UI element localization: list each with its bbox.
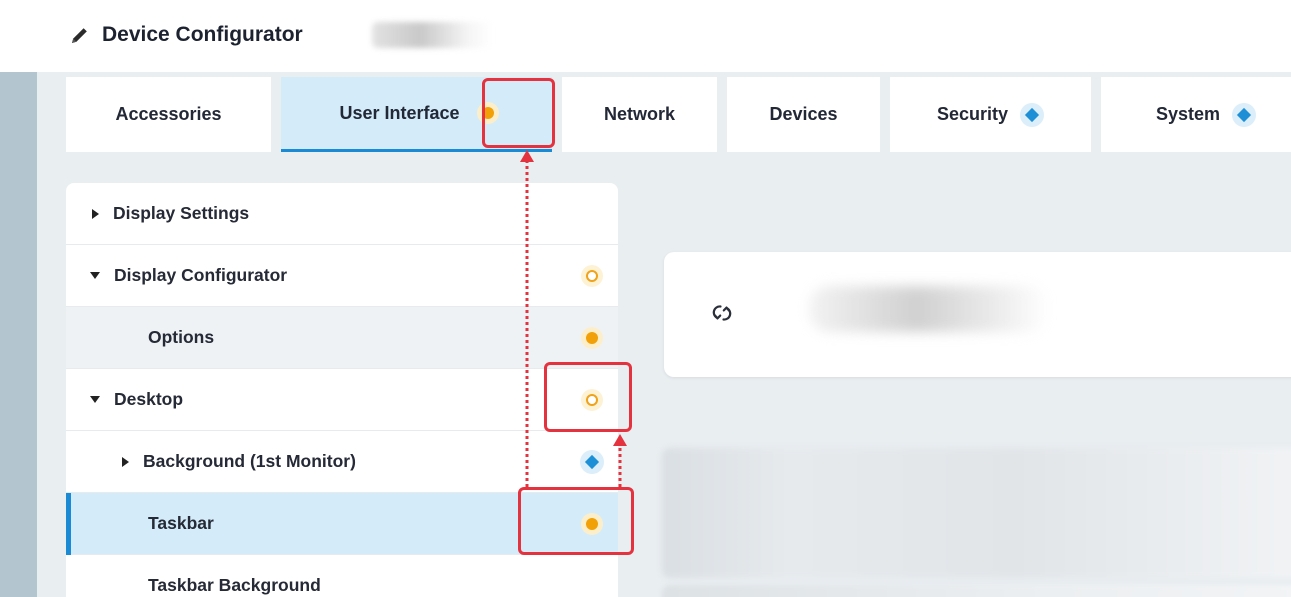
tab-system[interactable]: System (1101, 77, 1291, 152)
tab-label: Security (936, 104, 1009, 124)
tree-item-background-1st-monitor[interactable]: Background (1st Monitor) (66, 431, 618, 493)
status-indicator (580, 264, 604, 288)
caret-right-icon[interactable] (122, 456, 129, 467)
redacted-panel (662, 448, 1291, 578)
tree-item-taskbar-background[interactable]: Taskbar Background (66, 555, 618, 597)
status-indicator (580, 326, 604, 350)
caret-down-icon[interactable] (90, 272, 100, 279)
tab-bar: Accessories User Interface Network Devic… (37, 77, 1291, 152)
pencil-icon[interactable] (64, 20, 94, 50)
tree-item-label: Taskbar Background (148, 575, 321, 595)
caret-down-icon[interactable] (90, 396, 100, 403)
tab-security[interactable]: Security (890, 77, 1091, 152)
tree-item-label: Background (1st Monitor) (143, 451, 356, 471)
highlight-box-tab-status (482, 78, 555, 148)
tree-item-label: Display Settings (113, 203, 250, 223)
diamond-status-icon (1020, 102, 1045, 127)
tree-item-options[interactable]: Options (66, 307, 618, 369)
caret-right-icon[interactable] (92, 208, 99, 219)
highlight-box-taskbar-status (518, 487, 634, 555)
tab-label: User Interface (339, 102, 460, 123)
redacted-title-suffix (372, 22, 492, 48)
tree-item-label: Taskbar (148, 513, 214, 533)
settings-card (664, 252, 1291, 377)
redacted-card-text (809, 286, 1049, 332)
redacted-panel-bottom (662, 585, 1291, 597)
tab-label: Accessories (115, 104, 222, 124)
tab-network[interactable]: Network (562, 77, 717, 152)
status-indicator (580, 450, 604, 474)
page-title: Device Configurator (102, 23, 303, 46)
diamond-status-icon (1232, 102, 1257, 127)
left-navigation-rail (0, 72, 37, 597)
tab-label: System (1155, 104, 1221, 124)
modified-status-icon (586, 332, 598, 344)
tab-label: Network (603, 104, 675, 124)
tree-item-desktop[interactable]: Desktop (66, 369, 618, 431)
tab-devices[interactable]: Devices (727, 77, 880, 152)
sync-icon[interactable] (711, 302, 733, 324)
partially-modified-icon (586, 270, 598, 282)
title-group: Device Configurator (64, 20, 303, 50)
tab-label: Devices (769, 104, 838, 124)
tree-item-label: Desktop (114, 389, 184, 409)
tree-item-label: Display Configurator (114, 265, 288, 285)
diamond-status-icon (580, 450, 604, 474)
tree-item-display-settings[interactable]: Display Settings (66, 183, 618, 245)
tab-accessories[interactable]: Accessories (66, 77, 271, 152)
highlight-box-desktop-status (544, 362, 632, 432)
selection-indicator (66, 493, 71, 555)
page-header: Device Configurator (0, 0, 1291, 72)
device-configurator-window: Device Configurator Accessories User Int… (0, 0, 1291, 597)
tree-item-display-configurator[interactable]: Display Configurator (66, 245, 618, 307)
tree-item-label: Options (148, 327, 215, 347)
